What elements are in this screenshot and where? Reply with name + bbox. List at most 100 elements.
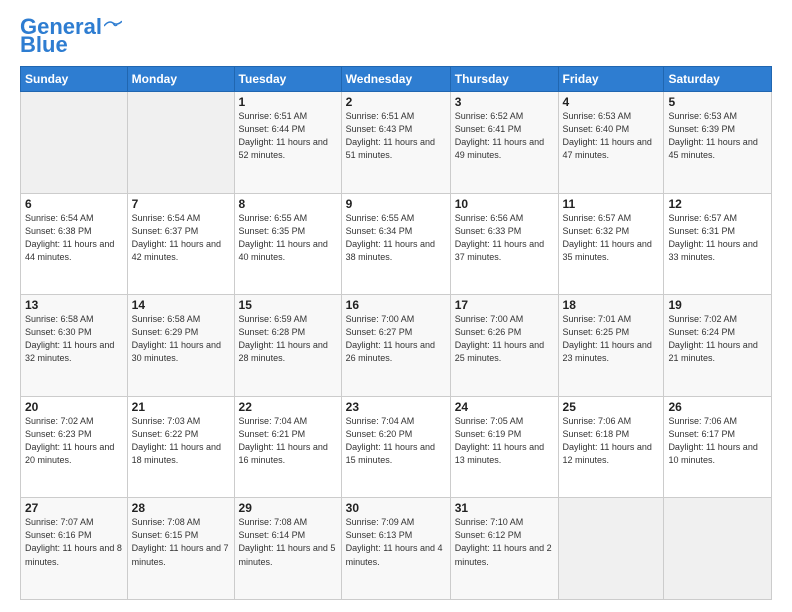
day-info: Sunrise: 7:04 AMSunset: 6:21 PMDaylight:… <box>239 415 337 467</box>
day-info: Sunrise: 7:04 AMSunset: 6:20 PMDaylight:… <box>346 415 446 467</box>
page: General Blue SundayMondayTuesdayWednesda… <box>0 0 792 612</box>
weekday-header-friday: Friday <box>558 67 664 92</box>
day-number: 25 <box>563 400 660 414</box>
day-info: Sunrise: 6:54 AMSunset: 6:38 PMDaylight:… <box>25 212 123 264</box>
weekday-header-tuesday: Tuesday <box>234 67 341 92</box>
header: General Blue <box>20 16 772 56</box>
calendar-cell: 15Sunrise: 6:59 AMSunset: 6:28 PMDayligh… <box>234 295 341 397</box>
day-info: Sunrise: 7:08 AMSunset: 6:15 PMDaylight:… <box>132 516 230 568</box>
calendar-cell: 24Sunrise: 7:05 AMSunset: 6:19 PMDayligh… <box>450 396 558 498</box>
day-number: 5 <box>668 95 767 109</box>
calendar-cell: 23Sunrise: 7:04 AMSunset: 6:20 PMDayligh… <box>341 396 450 498</box>
day-info: Sunrise: 7:01 AMSunset: 6:25 PMDaylight:… <box>563 313 660 365</box>
weekday-header-row: SundayMondayTuesdayWednesdayThursdayFrid… <box>21 67 772 92</box>
calendar-cell: 1Sunrise: 6:51 AMSunset: 6:44 PMDaylight… <box>234 92 341 194</box>
day-number: 15 <box>239 298 337 312</box>
day-number: 16 <box>346 298 446 312</box>
calendar-cell: 27Sunrise: 7:07 AMSunset: 6:16 PMDayligh… <box>21 498 128 600</box>
day-number: 22 <box>239 400 337 414</box>
bird-icon <box>104 20 122 32</box>
day-info: Sunrise: 7:05 AMSunset: 6:19 PMDaylight:… <box>455 415 554 467</box>
calendar-cell: 19Sunrise: 7:02 AMSunset: 6:24 PMDayligh… <box>664 295 772 397</box>
day-number: 21 <box>132 400 230 414</box>
calendar-cell: 16Sunrise: 7:00 AMSunset: 6:27 PMDayligh… <box>341 295 450 397</box>
week-row-5: 27Sunrise: 7:07 AMSunset: 6:16 PMDayligh… <box>21 498 772 600</box>
calendar-cell: 7Sunrise: 6:54 AMSunset: 6:37 PMDaylight… <box>127 193 234 295</box>
day-info: Sunrise: 6:57 AMSunset: 6:31 PMDaylight:… <box>668 212 767 264</box>
calendar-cell <box>664 498 772 600</box>
weekday-header-saturday: Saturday <box>664 67 772 92</box>
day-number: 13 <box>25 298 123 312</box>
day-info: Sunrise: 6:58 AMSunset: 6:29 PMDaylight:… <box>132 313 230 365</box>
day-info: Sunrise: 7:10 AMSunset: 6:12 PMDaylight:… <box>455 516 554 568</box>
week-row-3: 13Sunrise: 6:58 AMSunset: 6:30 PMDayligh… <box>21 295 772 397</box>
calendar-cell: 6Sunrise: 6:54 AMSunset: 6:38 PMDaylight… <box>21 193 128 295</box>
calendar-cell: 29Sunrise: 7:08 AMSunset: 6:14 PMDayligh… <box>234 498 341 600</box>
calendar-cell: 20Sunrise: 7:02 AMSunset: 6:23 PMDayligh… <box>21 396 128 498</box>
calendar-cell: 9Sunrise: 6:55 AMSunset: 6:34 PMDaylight… <box>341 193 450 295</box>
day-number: 9 <box>346 197 446 211</box>
day-number: 18 <box>563 298 660 312</box>
day-info: Sunrise: 6:52 AMSunset: 6:41 PMDaylight:… <box>455 110 554 162</box>
day-number: 19 <box>668 298 767 312</box>
day-number: 8 <box>239 197 337 211</box>
calendar-cell: 12Sunrise: 6:57 AMSunset: 6:31 PMDayligh… <box>664 193 772 295</box>
day-info: Sunrise: 6:58 AMSunset: 6:30 PMDaylight:… <box>25 313 123 365</box>
day-number: 11 <box>563 197 660 211</box>
day-number: 23 <box>346 400 446 414</box>
day-info: Sunrise: 7:02 AMSunset: 6:23 PMDaylight:… <box>25 415 123 467</box>
day-info: Sunrise: 6:57 AMSunset: 6:32 PMDaylight:… <box>563 212 660 264</box>
weekday-header-monday: Monday <box>127 67 234 92</box>
calendar-cell: 11Sunrise: 6:57 AMSunset: 6:32 PMDayligh… <box>558 193 664 295</box>
calendar-cell: 21Sunrise: 7:03 AMSunset: 6:22 PMDayligh… <box>127 396 234 498</box>
calendar-cell: 28Sunrise: 7:08 AMSunset: 6:15 PMDayligh… <box>127 498 234 600</box>
day-info: Sunrise: 7:06 AMSunset: 6:17 PMDaylight:… <box>668 415 767 467</box>
calendar-cell: 13Sunrise: 6:58 AMSunset: 6:30 PMDayligh… <box>21 295 128 397</box>
weekday-header-thursday: Thursday <box>450 67 558 92</box>
calendar-cell: 18Sunrise: 7:01 AMSunset: 6:25 PMDayligh… <box>558 295 664 397</box>
week-row-2: 6Sunrise: 6:54 AMSunset: 6:38 PMDaylight… <box>21 193 772 295</box>
weekday-header-wednesday: Wednesday <box>341 67 450 92</box>
logo-blue: Blue <box>20 34 68 56</box>
day-info: Sunrise: 7:09 AMSunset: 6:13 PMDaylight:… <box>346 516 446 568</box>
day-info: Sunrise: 6:53 AMSunset: 6:40 PMDaylight:… <box>563 110 660 162</box>
day-number: 26 <box>668 400 767 414</box>
calendar-cell: 31Sunrise: 7:10 AMSunset: 6:12 PMDayligh… <box>450 498 558 600</box>
calendar-cell <box>21 92 128 194</box>
calendar-cell: 10Sunrise: 6:56 AMSunset: 6:33 PMDayligh… <box>450 193 558 295</box>
logo: General Blue <box>20 16 122 56</box>
day-number: 17 <box>455 298 554 312</box>
day-info: Sunrise: 6:55 AMSunset: 6:34 PMDaylight:… <box>346 212 446 264</box>
day-number: 14 <box>132 298 230 312</box>
day-number: 28 <box>132 501 230 515</box>
day-number: 29 <box>239 501 337 515</box>
day-number: 4 <box>563 95 660 109</box>
day-info: Sunrise: 6:55 AMSunset: 6:35 PMDaylight:… <box>239 212 337 264</box>
day-info: Sunrise: 7:02 AMSunset: 6:24 PMDaylight:… <box>668 313 767 365</box>
day-info: Sunrise: 6:51 AMSunset: 6:44 PMDaylight:… <box>239 110 337 162</box>
weekday-header-sunday: Sunday <box>21 67 128 92</box>
week-row-4: 20Sunrise: 7:02 AMSunset: 6:23 PMDayligh… <box>21 396 772 498</box>
day-info: Sunrise: 7:07 AMSunset: 6:16 PMDaylight:… <box>25 516 123 568</box>
calendar-cell: 22Sunrise: 7:04 AMSunset: 6:21 PMDayligh… <box>234 396 341 498</box>
calendar-cell: 4Sunrise: 6:53 AMSunset: 6:40 PMDaylight… <box>558 92 664 194</box>
day-number: 2 <box>346 95 446 109</box>
calendar-cell: 30Sunrise: 7:09 AMSunset: 6:13 PMDayligh… <box>341 498 450 600</box>
day-info: Sunrise: 7:08 AMSunset: 6:14 PMDaylight:… <box>239 516 337 568</box>
calendar-cell: 14Sunrise: 6:58 AMSunset: 6:29 PMDayligh… <box>127 295 234 397</box>
day-number: 10 <box>455 197 554 211</box>
day-number: 12 <box>668 197 767 211</box>
calendar-cell <box>558 498 664 600</box>
day-number: 24 <box>455 400 554 414</box>
week-row-1: 1Sunrise: 6:51 AMSunset: 6:44 PMDaylight… <box>21 92 772 194</box>
calendar-cell: 17Sunrise: 7:00 AMSunset: 6:26 PMDayligh… <box>450 295 558 397</box>
calendar-cell: 5Sunrise: 6:53 AMSunset: 6:39 PMDaylight… <box>664 92 772 194</box>
day-info: Sunrise: 6:59 AMSunset: 6:28 PMDaylight:… <box>239 313 337 365</box>
day-number: 3 <box>455 95 554 109</box>
day-number: 7 <box>132 197 230 211</box>
calendar-cell: 25Sunrise: 7:06 AMSunset: 6:18 PMDayligh… <box>558 396 664 498</box>
calendar-table: SundayMondayTuesdayWednesdayThursdayFrid… <box>20 66 772 600</box>
day-number: 20 <box>25 400 123 414</box>
day-info: Sunrise: 7:06 AMSunset: 6:18 PMDaylight:… <box>563 415 660 467</box>
day-info: Sunrise: 6:53 AMSunset: 6:39 PMDaylight:… <box>668 110 767 162</box>
